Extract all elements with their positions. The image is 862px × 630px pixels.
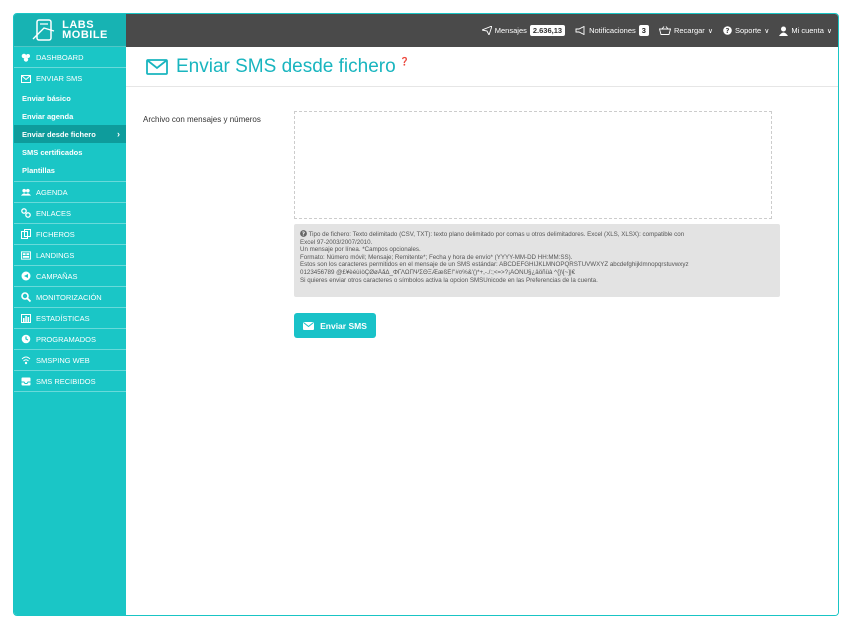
sidebar-subitem-certified[interactable]: SMS certificados [14, 143, 126, 161]
app-window: LABS MOBILE DASHBOARD ENVIAR SMS Enviar … [13, 13, 839, 616]
sidebar-item-monitoring[interactable]: MONITORIZACIÓN [14, 287, 126, 308]
page-header: Enviar SMS desde fichero ❓ [126, 47, 838, 87]
sidebar-subitem-label: SMS certificados [22, 147, 83, 157]
megaphone-icon [575, 26, 585, 35]
main-content: Enviar SMS desde fichero ❓ Archivo con m… [126, 47, 838, 615]
file-dropzone[interactable] [294, 111, 772, 219]
user-icon [779, 26, 789, 36]
help-line: Un mensaje por línea. *Campos opcionales… [300, 246, 421, 254]
help-line: Formato: Número móvil; Mensaje; Remitent… [300, 253, 573, 261]
help-line: Si quieres enviar otros caracteres o sím… [300, 276, 598, 284]
clock-icon [21, 334, 31, 344]
help-line: Excel 97-2003/2007/2010. [300, 238, 373, 246]
top-bar: Mensajes 2.636,13 Notificaciones 3 Recar… [126, 14, 838, 47]
sidebar-subitem-label: Enviar desde fichero [22, 129, 96, 139]
sidebar-item-label: SMS RECIBIDOS [36, 376, 96, 386]
messages-label: Mensajes [494, 26, 527, 35]
svg-text:?: ? [725, 27, 729, 35]
logo-icon [32, 19, 55, 41]
sidebar-item-label: CAMPAÑAS [36, 271, 78, 281]
sidebar-item-label: ESTADÍSTICAS [36, 313, 90, 323]
chevron-down-icon: ∨ [707, 27, 713, 35]
logo-line2: MOBILE [62, 29, 108, 41]
landing-icon [21, 250, 31, 260]
help-box: ? Tipo de fichero: Texto delimitado (CSV… [294, 224, 780, 297]
dashboard-icon [21, 52, 31, 62]
send-sms-label: Enviar SMS [320, 320, 367, 331]
sidebar-item-label: DASHBOARD [36, 52, 84, 62]
sidebar-item-agenda[interactable]: AGENDA [14, 182, 126, 203]
sidebar-item-landings[interactable]: LANDINGS [14, 245, 126, 266]
notifications-label: Notificaciones [589, 26, 636, 35]
link-icon [21, 208, 31, 218]
help-line: Estos son los caracteres permitidos en e… [300, 261, 689, 269]
sidebar-item-received[interactable]: SMS RECIBIDOS [14, 371, 126, 392]
support-menu[interactable]: ? Soporte ∨ [723, 26, 769, 35]
svg-text:?: ? [302, 232, 305, 237]
sidebar-subitem-label: Enviar agenda [22, 111, 74, 121]
logo[interactable]: LABS MOBILE [14, 14, 126, 47]
help-line: 0123456789 @£¥èéùìòÇØøÅåΔ_ΦΓΛΩΠΨΣΘΞÆæßÉ!… [300, 268, 576, 276]
signal-icon [21, 355, 31, 365]
sidebar-item-stats[interactable]: ESTADÍSTICAS [14, 308, 126, 329]
support-label: Soporte [734, 26, 762, 35]
envelope-icon [303, 321, 315, 330]
sidebar-item-label: FICHEROS [36, 229, 75, 239]
chevron-right-icon: › [117, 129, 120, 139]
sidebar-item-files[interactable]: FICHEROS [14, 224, 126, 245]
question-circle-icon: ? [300, 230, 307, 238]
sidebar-subitem-label: Plantillas [22, 165, 55, 175]
users-icon [21, 187, 31, 197]
sidebar-item-campaigns[interactable]: CAMPAÑAS [14, 266, 126, 287]
basket-icon [658, 26, 671, 35]
chevron-down-icon: ∨ [826, 27, 832, 35]
campaign-icon [21, 271, 31, 281]
chevron-down-icon: ∨ [764, 27, 770, 35]
messages-balance[interactable]: Mensajes 2.636,13 [481, 25, 566, 36]
sidebar-subitem-file[interactable]: Enviar desde fichero › [14, 125, 126, 143]
help-icon[interactable]: ❓ [400, 57, 410, 66]
sidebar-item-scheduled[interactable]: PROGRAMADOS [14, 329, 126, 350]
sidebar-item-label: ENVIAR SMS [36, 74, 83, 83]
sidebar-item-label: PROGRAMADOS [36, 334, 97, 344]
sidebar-item-send-sms[interactable]: ENVIAR SMS [14, 68, 126, 89]
sidebar-subitem-agenda[interactable]: Enviar agenda [14, 107, 126, 125]
sidebar-item-label: SMSPING WEB [36, 355, 90, 365]
messages-count-badge: 2.636,13 [529, 25, 566, 36]
sidebar-subitem-label: Enviar básico [22, 93, 71, 103]
help-circle-icon: ? [723, 26, 732, 35]
notifications-count-badge: 3 [638, 25, 649, 36]
account-menu[interactable]: Mi cuenta ∨ [779, 26, 832, 36]
envelope-icon [21, 74, 31, 84]
sidebar-subitem-basic[interactable]: Enviar básico [14, 89, 126, 107]
sidebar-item-label: ENLACES [36, 208, 72, 218]
notifications-menu[interactable]: Notificaciones 3 [575, 25, 649, 36]
sidebar-item-dashboard[interactable]: DASHBOARD [14, 47, 126, 68]
sidebar: LABS MOBILE DASHBOARD ENVIAR SMS Enviar … [14, 14, 126, 615]
envelope-icon [146, 58, 168, 75]
help-line: ? Tipo de fichero: Texto delimitado (CSV… [300, 230, 774, 239]
sidebar-item-label: AGENDA [36, 187, 68, 197]
sidebar-item-label: MONITORIZACIÓN [36, 292, 102, 302]
sidebar-group-send-sms: ENVIAR SMS Enviar básico Enviar agenda E… [14, 68, 126, 182]
recharge-label: Recargar [673, 26, 705, 35]
help-text: Tipo de fichero: Texto delimitado (CSV, … [308, 231, 685, 238]
sidebar-subitem-templates[interactable]: Plantillas [14, 161, 126, 179]
inbox-icon [21, 376, 31, 386]
file-field-label: Archivo con mensajes y números [143, 115, 261, 124]
sidebar-item-links[interactable]: ENLACES [14, 203, 126, 224]
files-icon [21, 229, 31, 239]
sidebar-item-smsping[interactable]: SMSPING WEB [14, 350, 126, 371]
search-icon [21, 292, 31, 302]
page-title: Enviar SMS desde fichero [176, 55, 396, 77]
bar-chart-icon [21, 313, 31, 323]
sidebar-item-label: LANDINGS [36, 250, 75, 260]
paper-plane-icon [481, 26, 492, 35]
send-sms-button[interactable]: Enviar SMS [294, 313, 376, 338]
recharge-menu[interactable]: Recargar ∨ [658, 26, 713, 35]
account-label: Mi cuenta [791, 26, 824, 35]
